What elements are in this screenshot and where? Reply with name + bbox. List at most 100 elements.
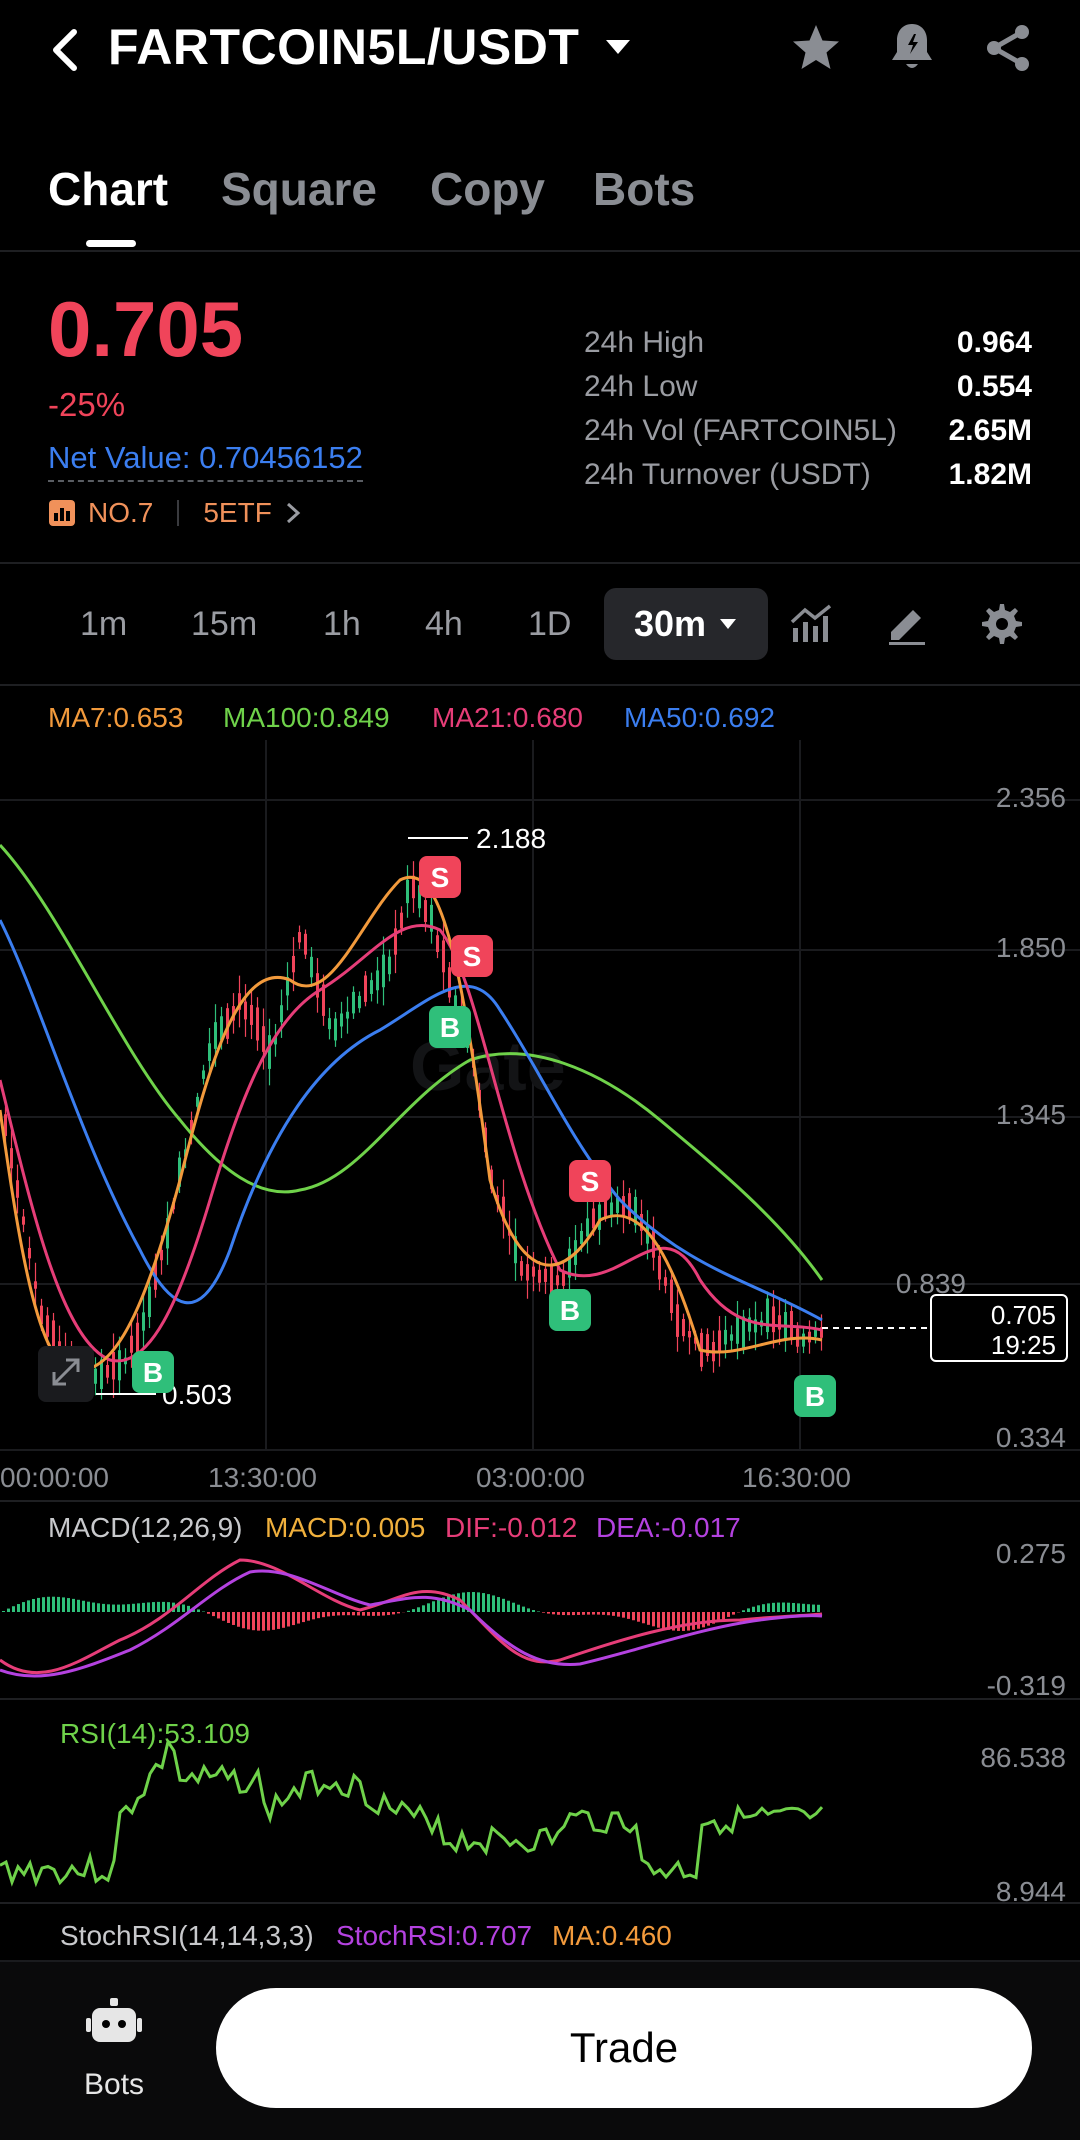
- candle-body: [730, 1334, 733, 1341]
- candle-body: [688, 1331, 691, 1338]
- price-axis-label: 1.850: [995, 932, 1066, 963]
- macd-bar: [612, 1612, 615, 1616]
- macd-bar: [657, 1612, 660, 1628]
- macd-bar: [322, 1612, 325, 1618]
- macd-dif: DIF:-0.012: [445, 1512, 578, 1543]
- candle-body: [436, 935, 439, 953]
- macd-bar: [27, 1600, 30, 1612]
- macd-bar: [57, 1596, 60, 1612]
- trade-button[interactable]: Trade: [216, 1988, 1032, 2108]
- macd-bar: [532, 1610, 535, 1612]
- macd-bar: [517, 1604, 520, 1612]
- net-value[interactable]: Net Value: 0.70456152: [48, 440, 363, 482]
- macd-bar: [382, 1612, 385, 1616]
- share-icon[interactable]: [982, 22, 1034, 74]
- candle-body: [136, 1322, 139, 1356]
- price-axis-label: 0.334: [995, 1422, 1066, 1453]
- bell-alert-icon[interactable]: [888, 20, 936, 74]
- macd-bar: [437, 1599, 440, 1612]
- candle-body: [376, 970, 379, 991]
- candle-body: [538, 1269, 541, 1283]
- candle-body: [292, 955, 295, 973]
- caret-down-icon[interactable]: [604, 38, 632, 58]
- candle-body: [280, 1005, 283, 1023]
- candle-body: [676, 1304, 679, 1337]
- star-icon[interactable]: [790, 22, 842, 74]
- candle-body: [208, 1043, 211, 1061]
- chevron-right-icon: [286, 502, 301, 524]
- macd-bar: [317, 1612, 320, 1619]
- macd-bar: [197, 1609, 200, 1612]
- candle-body: [520, 1261, 523, 1276]
- macd-bar: [562, 1612, 565, 1616]
- timeframe-1m[interactable]: 1m: [80, 605, 127, 644]
- macd-bar: [507, 1600, 510, 1612]
- robot-icon[interactable]: [86, 1996, 142, 2050]
- rank-row[interactable]: NO.7 5ETF: [48, 497, 302, 529]
- macd-bar: [412, 1609, 415, 1612]
- macd-bar: [817, 1604, 820, 1612]
- timeframe-selected[interactable]: 30m: [604, 588, 768, 660]
- timeframe-4h[interactable]: 4h: [425, 605, 463, 644]
- timeframe-1d[interactable]: 1D: [528, 605, 571, 644]
- time-axis-label: 03:00:00: [476, 1462, 585, 1493]
- macd-bar: [577, 1612, 580, 1615]
- settings-gear-icon[interactable]: [980, 602, 1024, 646]
- macd-bar: [32, 1598, 35, 1612]
- candle-body: [214, 1022, 217, 1049]
- draw-tool-icon[interactable]: [885, 602, 929, 646]
- macd-bar: [617, 1612, 620, 1617]
- candle-body: [670, 1279, 673, 1313]
- candle-body: [778, 1315, 781, 1330]
- pair-title[interactable]: FARTCOIN5L/USDT: [108, 18, 579, 76]
- macd-bar: [307, 1612, 310, 1621]
- stochrsi-label[interactable]: StochRSI(14,14,3,3): [60, 1920, 314, 1952]
- candle-body: [772, 1306, 775, 1333]
- back-arrow-icon[interactable]: [48, 28, 82, 72]
- macd-bar: [267, 1612, 270, 1631]
- macd-bar: [637, 1612, 640, 1622]
- macd-bar: [542, 1612, 545, 1613]
- tab-square[interactable]: Square: [221, 162, 377, 216]
- macd-bar: [157, 1601, 160, 1612]
- buy-marker-label: B: [143, 1357, 163, 1388]
- macd-bar: [387, 1612, 390, 1616]
- candle-body: [106, 1365, 109, 1378]
- indicator-icon[interactable]: [789, 604, 833, 644]
- macd-bar: [787, 1602, 790, 1612]
- macd-bar: [747, 1608, 750, 1612]
- ma50-line: [0, 919, 823, 1322]
- macd-bar: [677, 1612, 680, 1631]
- sell-marker-label: S: [463, 941, 482, 972]
- timeframe-15m[interactable]: 15m: [191, 605, 257, 644]
- macd-label[interactable]: MACD(12,26,9): [48, 1512, 243, 1544]
- candle-body: [112, 1351, 115, 1380]
- macd-bar: [162, 1601, 165, 1612]
- candle-body: [262, 1026, 265, 1052]
- tab-bots[interactable]: Bots: [593, 162, 695, 216]
- bots-nav-label[interactable]: Bots: [84, 2068, 144, 2102]
- stat-value: 2.65M: [948, 414, 1032, 447]
- candle-body: [340, 1013, 343, 1027]
- macd-bar: [792, 1602, 795, 1612]
- macd-bar: [537, 1611, 540, 1612]
- divider: [0, 250, 1080, 252]
- tab-copy[interactable]: Copy: [430, 162, 545, 216]
- macd-bar: [67, 1598, 70, 1612]
- macd-bar: [512, 1602, 515, 1612]
- candle-body: [610, 1202, 613, 1217]
- ma7-legend: MA7:0.653: [48, 702, 184, 733]
- timeframe-1h[interactable]: 1h: [323, 605, 361, 644]
- sell-marker-label: S: [581, 1166, 600, 1197]
- candle-body: [544, 1268, 547, 1282]
- macd-bar: [287, 1612, 290, 1627]
- macd-bar: [407, 1610, 410, 1612]
- macd-bar: [772, 1602, 775, 1612]
- macd-bar: [702, 1612, 705, 1628]
- macd-bar: [17, 1604, 20, 1612]
- macd-bar: [597, 1612, 600, 1615]
- tab-chart[interactable]: Chart: [48, 162, 168, 216]
- candle-body: [364, 975, 367, 1002]
- candlestick-chart[interactable]: Gate 2.188 0.503 S S S B B B B: [0, 740, 1080, 1460]
- macd-bar: [97, 1603, 100, 1612]
